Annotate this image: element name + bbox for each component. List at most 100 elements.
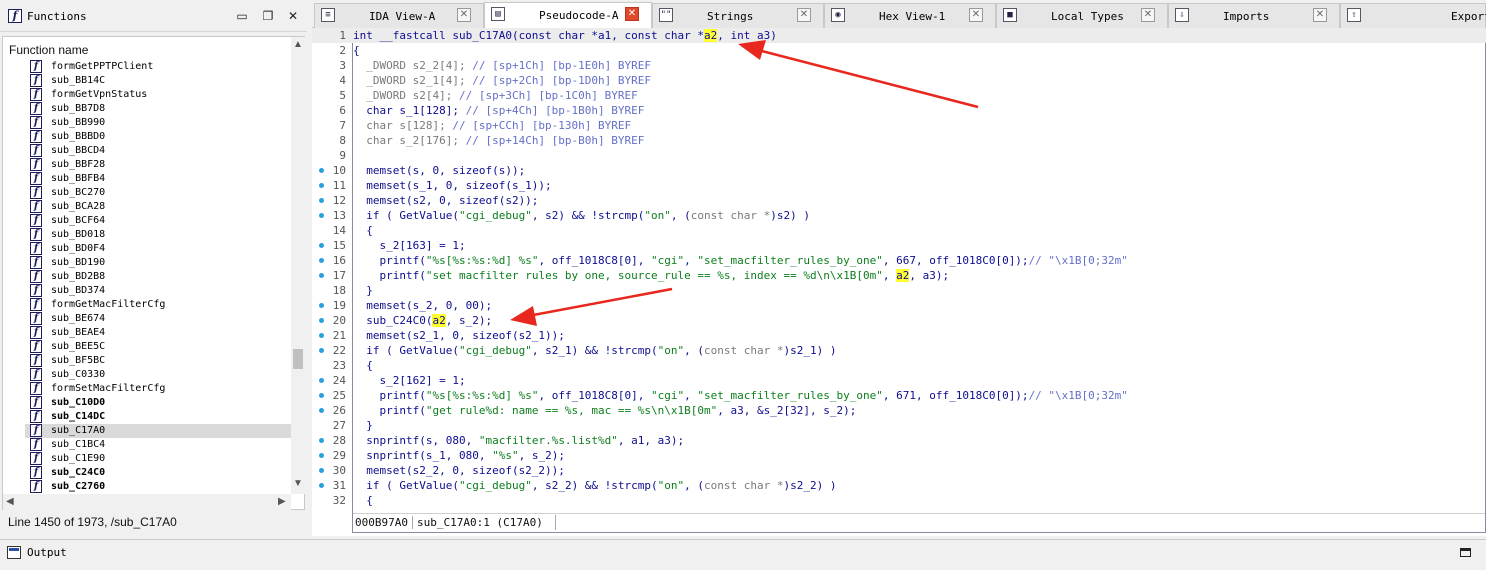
function-list-item[interactable]: f sub_BC270 [25,186,291,200]
code-text[interactable]: s_2[162] = 1; [353,373,465,388]
code-text[interactable]: snprintf(s_1, 080, "%s", s_2); [353,448,565,463]
code-text[interactable]: if ( GetValue("cgi_debug", s2) && !strcm… [353,208,810,223]
function-list-item[interactable]: f sub_BCF64 [25,214,291,228]
function-list-item[interactable]: f sub_BE674 [25,312,291,326]
code-text[interactable]: _DWORD s2_2[4]; // [sp+1Ch] [bp-1E0h] BY… [353,58,651,73]
function-list[interactable]: Function name f formGetPPTPClient f sub_BB1… [2,36,305,510]
code-line[interactable]: 17 printf("set macfilter rules by one, s… [312,268,1486,283]
tab-close-icon[interactable]: ✕ [1313,8,1327,22]
tab-close-icon[interactable]: ✕ [1141,8,1155,22]
code-line[interactable]: 6 char s_1[128]; // [sp+4Ch] [bp-1B0h] B… [312,103,1486,118]
code-line[interactable]: 14 { [312,223,1486,238]
code-line[interactable]: 19 memset(s_2, 0, 00); [312,298,1486,313]
code-line[interactable]: 26 printf("get rule%d: name == %s, mac =… [312,403,1486,418]
tab-exports[interactable]: ⇧ Exports [1340,3,1486,28]
code-line[interactable]: 5 _DWORD s2[4]; // [sp+3Ch] [bp-1C0h] BY… [312,88,1486,103]
code-text[interactable]: } [353,418,373,433]
tab-local-types[interactable]: ■ Local Types ✕ [996,3,1168,28]
function-list-item[interactable]: f sub_BEAE4 [25,326,291,340]
maximize-icon[interactable] [1460,548,1471,557]
function-list-item[interactable]: f sub_C10D0 [25,396,291,410]
breakpoint-dot-icon[interactable] [319,258,324,263]
code-line[interactable]: 27 } [312,418,1486,433]
function-list-item[interactable]: f sub_C0330 [25,368,291,382]
code-text[interactable]: if ( GetValue("cgi_debug", s2_2) && !str… [353,478,836,493]
tab-hex-view-1[interactable]: ◉ Hex View-1 ✕ [824,3,996,28]
code-line[interactable]: 25 printf("%s[%s:%s:%d] %s", off_1018C8[… [312,388,1486,403]
code-line[interactable]: 11 memset(s_1, 0, sizeof(s_1)); [312,178,1486,193]
function-list-item[interactable]: f sub_BB14C [25,74,291,88]
code-text[interactable]: snprintf(s, 080, "macfilter.%s.list%d", … [353,433,684,448]
code-line[interactable]: 10 memset(s, 0, sizeof(s)); [312,163,1486,178]
code-text[interactable]: s_2[163] = 1; [353,238,465,253]
code-text[interactable]: char s_1[128]; // [sp+4Ch] [bp-1B0h] BYR… [353,103,644,118]
restore-icon[interactable]: ❐ [260,8,276,24]
breakpoint-dot-icon[interactable] [319,408,324,413]
code-text[interactable]: } [353,283,373,298]
code-line[interactable]: 12 memset(s2, 0, sizeof(s2)); [312,193,1486,208]
code-line[interactable]: 21 memset(s2_1, 0, sizeof(s2_1)); [312,328,1486,343]
breakpoint-dot-icon[interactable] [319,438,324,443]
function-list-item[interactable]: f sub_BCA28 [25,200,291,214]
breakpoint-dot-icon[interactable] [319,378,324,383]
code-text[interactable]: int __fastcall sub_C17A0(const char *a1,… [353,28,777,43]
minimize-icon[interactable]: ▭ [234,8,250,24]
function-list-item[interactable]: f sub_BD2B8 [25,270,291,284]
breakpoint-dot-icon[interactable] [319,273,324,278]
code-text[interactable]: sub_C24C0(a2, s_2); [353,313,492,328]
tab-imports[interactable]: ⇩ Imports ✕ [1168,3,1340,28]
code-text[interactable]: _DWORD s2_1[4]; // [sp+2Ch] [bp-1D0h] BY… [353,73,651,88]
code-text[interactable]: char s[128]; // [sp+CCh] [bp-130h] BYREF [353,118,631,133]
code-line[interactable]: 24 s_2[162] = 1; [312,373,1486,388]
function-list-item[interactable]: f sub_BBF28 [25,158,291,172]
code-text[interactable]: memset(s_1, 0, sizeof(s_1)); [353,178,551,193]
function-list-item[interactable]: f sub_BB7D8 [25,102,291,116]
code-text[interactable]: { [353,43,360,58]
function-list-item[interactable]: f sub_C14DC [25,410,291,424]
function-list-item[interactable]: f sub_BBCD4 [25,144,291,158]
horizontal-scrollbar[interactable]: ◀ ▶ [3,494,291,510]
function-list-item[interactable]: f sub_BB990 [25,116,291,130]
code-line[interactable]: 13 if ( GetValue("cgi_debug", s2) && !st… [312,208,1486,223]
code-text[interactable]: _DWORD s2[4]; // [sp+3Ch] [bp-1C0h] BYRE… [353,88,638,103]
code-line[interactable]: 29 snprintf(s_1, 080, "%s", s_2); [312,448,1486,463]
tab-ida-view-a[interactable]: ≡ IDA View-A ✕ [314,3,484,28]
tab-close-icon[interactable]: ✕ [969,8,983,22]
breakpoint-dot-icon[interactable] [319,393,324,398]
code-lines[interactable]: 1 int __fastcall sub_C17A0(const char *a1… [312,28,1486,508]
code-text[interactable]: char s_2[176]; // [sp+14Ch] [bp-B0h] BYR… [353,133,644,148]
function-list-item[interactable]: f sub_C1BC4 [25,438,291,452]
scroll-thumb[interactable] [293,349,303,369]
scroll-down-icon[interactable]: ▼ [293,478,303,489]
function-list-item[interactable]: f sub_BD0F4 [25,242,291,256]
breakpoint-dot-icon[interactable] [319,303,324,308]
function-list-item[interactable]: f sub_BEE5C [25,340,291,354]
code-text[interactable]: printf("get rule%d: name == %s, mac == %… [353,403,856,418]
code-line[interactable]: 1 int __fastcall sub_C17A0(const char *a1… [312,28,1486,43]
tab-close-icon[interactable]: ✕ [625,7,639,21]
code-text[interactable]: printf("%s[%s:%s:%d] %s", off_1018C8[0],… [353,388,1127,403]
breakpoint-dot-icon[interactable] [319,333,324,338]
code-text[interactable]: memset(s2_2, 0, sizeof(s2_2)); [353,463,565,478]
tab-strings[interactable]: "" Strings ✕ [652,3,824,28]
code-line[interactable]: 31 if ( GetValue("cgi_debug", s2_2) && !… [312,478,1486,493]
code-line[interactable]: 3 _DWORD s2_2[4]; // [sp+1Ch] [bp-1E0h] … [312,58,1486,73]
code-text[interactable]: { [353,223,373,238]
breakpoint-dot-icon[interactable] [319,198,324,203]
code-text[interactable]: { [353,358,373,373]
code-text[interactable]: if ( GetValue("cgi_debug", s2_1) && !str… [353,343,836,358]
code-line[interactable]: 28 snprintf(s, 080, "macfilter.%s.list%d… [312,433,1486,448]
close-icon[interactable]: ✕ [285,8,301,24]
code-line[interactable]: 18 } [312,283,1486,298]
code-text[interactable]: { [353,493,373,508]
code-line[interactable]: 8 char s_2[176]; // [sp+14Ch] [bp-B0h] B… [312,133,1486,148]
code-line[interactable]: 20 sub_C24C0(a2, s_2); [312,313,1486,328]
function-list-item[interactable]: f sub_C2760 [25,480,291,494]
function-list-item[interactable]: f sub_BBBD0 [25,130,291,144]
code-text[interactable]: memset(s, 0, sizeof(s)); [353,163,525,178]
function-list-item[interactable]: f formGetVpnStatus [25,88,291,102]
function-list-item[interactable]: f formGetPPTPClient [25,60,291,74]
code-line[interactable]: 23 { [312,358,1486,373]
function-list-item[interactable]: f formSetMacFilterCfg [25,382,291,396]
function-list-item[interactable]: f sub_C17A0 [25,424,291,438]
